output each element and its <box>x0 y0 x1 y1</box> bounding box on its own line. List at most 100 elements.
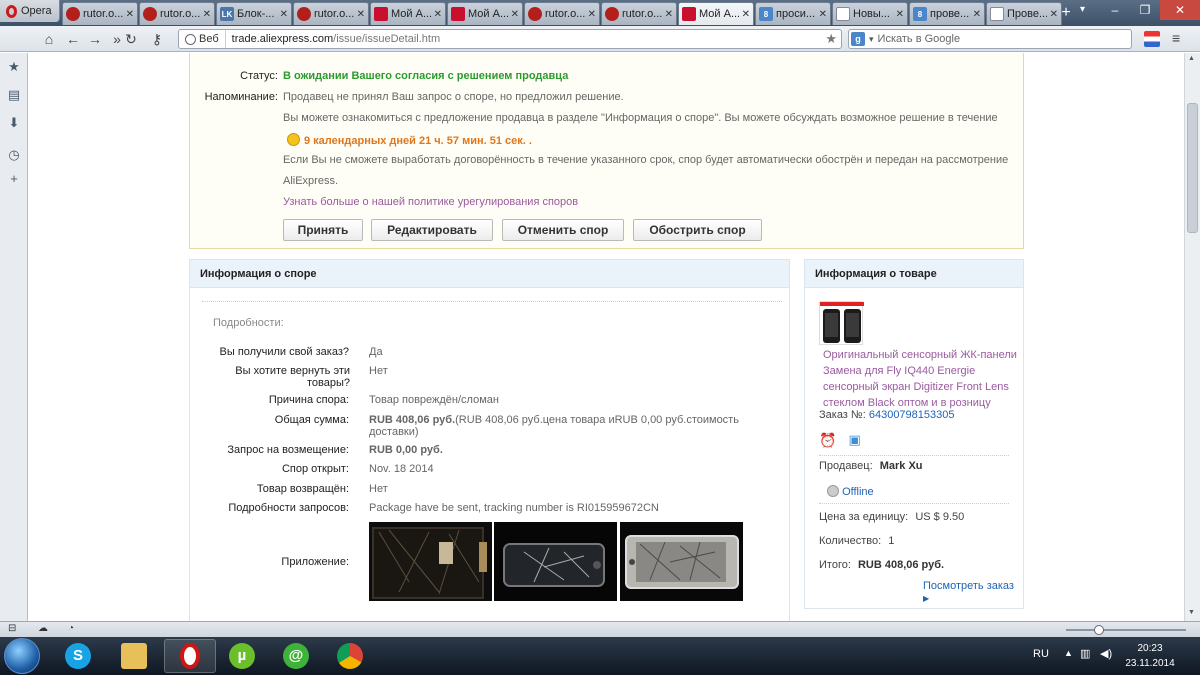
url-text[interactable]: trade.aliexpress.com/issue/issueDetail.h… <box>226 33 441 45</box>
start-button[interactable] <box>4 638 40 674</box>
seller-status-row[interactable]: Offline <box>827 485 874 498</box>
tab-list-chevron-icon[interactable]: ▾ <box>1080 4 1085 15</box>
taskbar-explorer[interactable] <box>108 639 160 673</box>
url-path: /issue/issueDetail.htm <box>333 33 441 45</box>
search-field[interactable]: g ▾ Искать в Google <box>848 29 1132 49</box>
search-engine-chevron-icon[interactable]: ▾ <box>869 34 874 45</box>
tab-close-icon[interactable]: ✕ <box>357 9 365 20</box>
downloads-icon[interactable]: ⬇ <box>6 115 22 131</box>
new-tab-plus-icon[interactable]: + <box>1056 4 1076 22</box>
seller-label: Продавец: <box>819 460 873 472</box>
policy-link[interactable]: Узнать больше о нашей политике урегулиро… <box>283 196 578 208</box>
tab-close-icon[interactable]: ✕ <box>896 9 904 20</box>
browser-tab[interactable]: Мой А... ✕ <box>370 2 446 25</box>
tab-close-icon[interactable]: ✕ <box>280 9 288 20</box>
home-icon[interactable]: ⌂ <box>40 30 58 48</box>
flag-extension-icon[interactable] <box>1144 31 1160 47</box>
maximize-icon[interactable]: ❐ <box>1130 0 1160 20</box>
opera-menu-button[interactable]: Opera <box>0 0 60 22</box>
close-icon[interactable]: ✕ <box>1160 0 1200 20</box>
taskbar-opera[interactable] <box>164 639 216 673</box>
browser-tab[interactable]: 8 прове... ✕ <box>909 2 985 25</box>
attachment-photo-2[interactable] <box>494 522 617 601</box>
bookmarks-star-icon[interactable]: ★ <box>6 59 22 75</box>
alarm-clock-icon[interactable]: ⏰ <box>819 432 836 449</box>
panel-toggle-icon[interactable]: ⊟ <box>8 623 16 634</box>
tray-expand-icon[interactable]: ▲ <box>1064 648 1073 658</box>
tab-close-icon[interactable]: ✕ <box>588 9 596 20</box>
speed-dial-gauge-icon[interactable]: ◔ <box>68 623 74 634</box>
quantity-value: 1 <box>888 535 895 547</box>
forward-arrow-icon[interactable]: → <box>86 30 104 48</box>
add-panel-plus-icon[interactable]: + <box>6 171 22 187</box>
volume-icon[interactable]: ◀) <box>1100 647 1112 660</box>
browser-tab[interactable]: Новы... ✕ <box>832 2 908 25</box>
taskbar-clock[interactable]: 20:23 23.11.2014 <box>1120 641 1180 671</box>
view-order-link[interactable]: Посмотреть заказ ▶ <box>923 580 1023 604</box>
browser-tab[interactable]: Прове... ✕ <box>986 2 1062 25</box>
address-field[interactable]: Веб trade.aliexpress.com/issue/issueDeta… <box>178 29 842 49</box>
browser-tab[interactable]: rutor.o... ✕ <box>601 2 677 25</box>
tab-close-icon[interactable]: ✕ <box>511 9 519 20</box>
scroll-up-icon[interactable]: ▲ <box>1188 55 1195 62</box>
cancel-dispute-button[interactable]: Отменить спор <box>502 219 624 241</box>
zoom-slider-track[interactable] <box>1066 629 1186 631</box>
ali-favicon-icon <box>451 7 465 21</box>
order-number-link[interactable]: 64300798153305 <box>869 409 955 421</box>
tab-close-icon[interactable]: ✕ <box>203 9 211 20</box>
notes-icon[interactable]: ▤ <box>6 87 22 103</box>
browser-tab[interactable]: rutor.o... ✕ <box>293 2 369 25</box>
product-thumbnail[interactable] <box>819 301 864 345</box>
minimize-icon[interactable]: – <box>1100 0 1130 20</box>
attachment-photo-1[interactable] <box>369 522 492 601</box>
browser-tab[interactable]: LK Блок-... ✕ <box>216 2 292 25</box>
network-icon[interactable]: ▥ <box>1080 647 1090 660</box>
attachment-photo-3[interactable] <box>620 522 743 601</box>
product-info-panel: Информация о товаре Оригинальный сенсорн… <box>804 259 1024 609</box>
tab-close-icon[interactable]: ✕ <box>126 9 134 20</box>
tab-close-icon[interactable]: ✕ <box>973 9 981 20</box>
utorrent-icon: µ <box>229 643 255 669</box>
browser-tab[interactable]: rutor.o... ✕ <box>62 2 138 25</box>
taskbar-skype[interactable]: S <box>52 639 104 673</box>
taskbar-chrome[interactable] <box>324 639 376 673</box>
accept-button[interactable]: Принять <box>283 219 363 241</box>
history-clock-icon[interactable]: ◷ <box>6 147 22 163</box>
phone-screens-image <box>820 302 864 343</box>
calendar-icon[interactable]: ▣ <box>848 432 860 449</box>
web-badge[interactable]: Веб <box>179 30 226 48</box>
opera-unite-cloud-icon[interactable]: ☁ <box>38 623 48 634</box>
scroll-down-icon[interactable]: ▼ <box>1188 609 1195 616</box>
bookmark-star-icon[interactable]: ★ <box>825 31 837 47</box>
chevron-right-icon: ▶ <box>923 594 930 603</box>
scrollbar-thumb[interactable] <box>1187 103 1198 233</box>
vertical-scrollbar[interactable]: ▲ ▼ <box>1184 53 1200 621</box>
back-arrow-icon[interactable]: ← <box>64 30 82 48</box>
reload-icon[interactable]: ↻ <box>122 30 140 48</box>
language-indicator[interactable]: RU <box>1033 648 1049 660</box>
browser-tab[interactable]: Мой А... ✕ <box>447 2 523 25</box>
product-name-link[interactable]: Оригинальный сенсорный ЖК-панели Замена … <box>823 347 1018 411</box>
opera-icon <box>180 643 200 669</box>
edit-button[interactable]: Редактировать <box>371 219 493 241</box>
zoom-slider-knob[interactable] <box>1094 625 1104 635</box>
browser-tab[interactable]: rutor.o... ✕ <box>139 2 215 25</box>
tab-close-icon[interactable]: ✕ <box>742 9 750 20</box>
opera-menu-label: Opera <box>21 5 52 17</box>
status-label: Статус: <box>240 70 278 82</box>
browser-tab[interactable]: rutor.o... ✕ <box>524 2 600 25</box>
key-icon[interactable]: ⚷ <box>148 30 166 48</box>
tab-close-icon[interactable]: ✕ <box>819 9 827 20</box>
browser-tab[interactable]: 8 проси... ✕ <box>755 2 831 25</box>
tab-close-icon[interactable]: ✕ <box>434 9 442 20</box>
menu-bars-icon[interactable]: ≡ <box>1172 30 1190 48</box>
taskbar-utorrent[interactable]: µ <box>216 639 268 673</box>
chat-offline-icon <box>827 485 839 497</box>
tab-label: прове... <box>930 8 970 20</box>
escalate-dispute-button[interactable]: Обострить спор <box>633 219 762 241</box>
taskbar-icq[interactable]: @ <box>270 639 322 673</box>
browser-tab[interactable]: Мой А... ✕ <box>678 2 754 25</box>
divider <box>202 301 782 302</box>
row-value: Нет <box>369 483 388 495</box>
tab-close-icon[interactable]: ✕ <box>665 9 673 20</box>
